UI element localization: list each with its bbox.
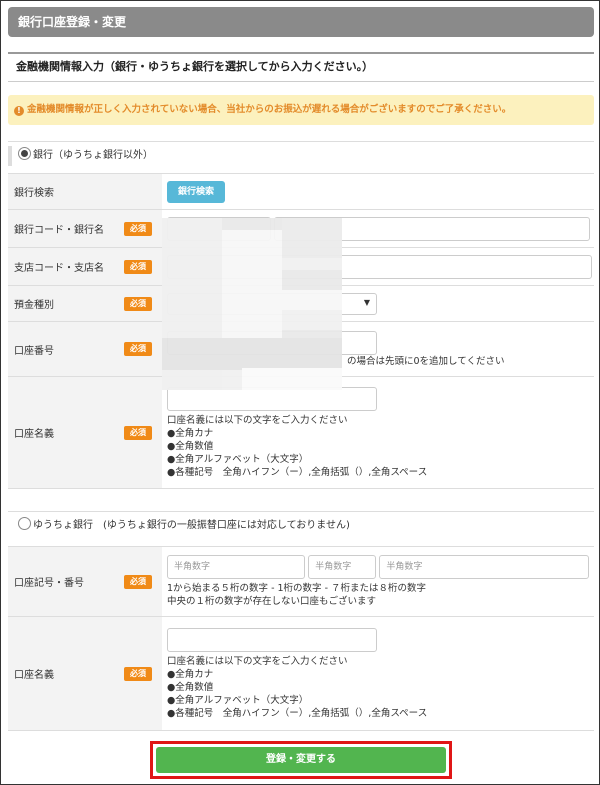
required-badge: 必須 (124, 259, 152, 274)
bank-search-label: 銀行検索 (8, 173, 162, 210)
account-holder-input[interactable] (167, 386, 377, 411)
blurred-region (162, 218, 342, 390)
required-badge: 必須 (124, 666, 152, 681)
account-holder-notes: 口座名義には以下の文字をご入力ください ●全角カナ ●全角数値 ●全角アルファベ… (167, 414, 428, 478)
yucho-middle-input[interactable]: 半角数字 (308, 555, 377, 579)
exclamation-circle-icon: ! (14, 106, 24, 116)
account-holder-label: 口座名義 必須 (8, 376, 162, 489)
yucho-number-label: 口座記号・番号 必須 (8, 546, 162, 617)
bank-radio-label: 銀行（ゆうちょ銀行以外） (33, 150, 153, 161)
yucho-holder-notes: 口座名義には以下の文字をご入力ください ●全角カナ ●全角数値 ●全角アルファベ… (167, 655, 428, 719)
section-title: 金融機関情報入力（銀行・ゆうちょ銀行を選択してから入力ください。） (8, 52, 594, 82)
branch-code-label: 支店コード・支店名 必須 (8, 247, 162, 286)
required-badge: 必須 (124, 425, 152, 440)
yucho-radio[interactable] (18, 517, 31, 530)
required-badge: 必須 (124, 574, 152, 589)
required-badge: 必須 (124, 221, 152, 236)
submit-highlight: 登録・変更する (150, 741, 452, 779)
warning-notice: ! 金融機関情報が正しく入力されていない場合、当社からのお振込が遅れる場合がござい… (8, 95, 594, 125)
yucho-radio-label: ゆうちょ銀行 (ゆうちょ銀行の一般振替口座には対応しておりません) (33, 520, 350, 531)
yucho-radio-row[interactable]: ゆうちょ銀行 (ゆうちょ銀行の一般振替口座には対応しておりません) (8, 511, 594, 539)
yucho-symbol-input[interactable]: 半角数字 (167, 555, 305, 579)
yucho-holder-label: 口座名義 必須 (8, 616, 162, 731)
bank-search-button[interactable]: 銀行検索 (167, 180, 225, 203)
bank-radio[interactable] (18, 147, 31, 160)
account-number-label: 口座番号 必須 (8, 321, 162, 377)
submit-button[interactable]: 登録・変更する (156, 747, 446, 773)
yucho-number-input[interactable]: 半角数字 (379, 555, 590, 579)
yucho-number-notes: 1から始まる５桁の数字 - 1桁の数字 - ７桁または８桁の数字 中央の１桁の数… (167, 583, 427, 607)
page-title: 銀行口座登録・変更 (8, 7, 594, 37)
yucho-form: 口座記号・番号 必須 半角数字 半角数字 半角数字 1から始まる５桁の数字 - 1… (8, 546, 594, 731)
bank-radio-row[interactable]: 銀行（ゆうちょ銀行以外） (8, 141, 594, 169)
required-badge: 必須 (124, 342, 152, 356)
chevron-down-icon: ▼ (363, 297, 370, 307)
yucho-holder-input[interactable] (167, 627, 377, 652)
required-badge: 必須 (124, 296, 152, 311)
bank-code-label: 銀行コード・銀行名 必須 (8, 209, 162, 248)
account-type-label: 預金種別 必須 (8, 285, 162, 322)
notice-text: 金融機関情報が正しく入力されていない場合、当社からのお振込が遅れる場合がございま… (27, 104, 512, 115)
